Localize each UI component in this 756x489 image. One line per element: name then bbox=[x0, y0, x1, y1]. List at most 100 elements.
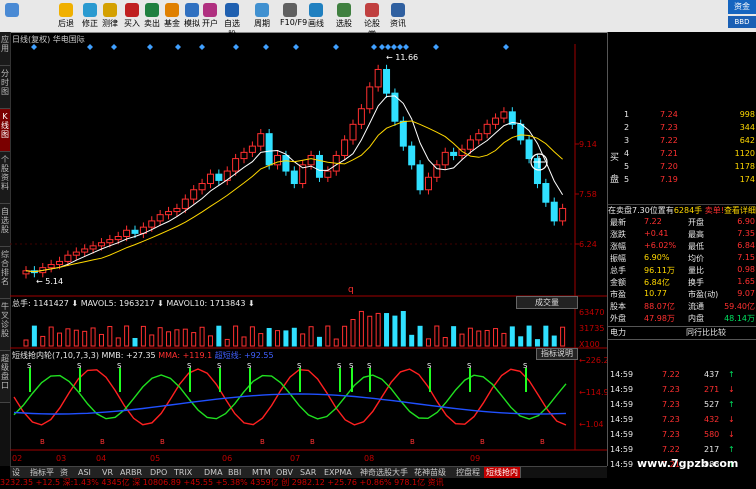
signal-diamond-icon bbox=[233, 44, 239, 50]
candle-body bbox=[106, 239, 114, 244]
indicator-tab[interactable]: ASI bbox=[76, 467, 101, 478]
candle-body bbox=[559, 207, 567, 222]
account-icon bbox=[203, 3, 217, 17]
volume-bar bbox=[124, 325, 130, 347]
side-tab-6[interactable]: 牛叉诊股 bbox=[0, 299, 10, 351]
candle-body bbox=[450, 151, 458, 156]
sell-signal-marker: S bbox=[349, 362, 354, 370]
indicator-tab[interactable]: 设置 bbox=[10, 467, 29, 488]
indicator-tab[interactable]: 控盘程度 bbox=[454, 467, 485, 488]
tick-direction-icon: ↓ bbox=[728, 415, 735, 424]
signal-diamond-icon bbox=[111, 44, 117, 50]
chart-canvas[interactable]: 9.14 7.58 6.24 ← 11.66 ← 5.14 q 63470 31735 X100… bbox=[10, 32, 607, 466]
sell-signal-marker: S bbox=[297, 362, 302, 370]
tick-row: 14:59 7.22 217 ↑ bbox=[608, 445, 756, 457]
candle-body bbox=[248, 145, 256, 153]
indicator-tab[interactable]: ARBR bbox=[118, 467, 149, 478]
brand-funds-button[interactable]: 资金 bbox=[728, 0, 756, 14]
price-axis-label: 7.58 bbox=[579, 190, 597, 199]
side-tab-5[interactable]: 综合排名 bbox=[0, 247, 10, 299]
volume-bar bbox=[526, 325, 532, 347]
indicator-tab[interactable]: OBV bbox=[274, 467, 299, 478]
toolbar-button-15[interactable]: 资讯 bbox=[388, 1, 408, 31]
volume-bar bbox=[350, 319, 356, 347]
toolbar-button-label: 买入 bbox=[124, 19, 140, 28]
kline-chart-area[interactable]: 9.14 7.58 6.24 ← 11.66 ← 5.14 q 63470 31735 X100… bbox=[10, 32, 607, 466]
date-axis-label: 04 bbox=[96, 454, 106, 463]
order-book-price: 7.24 bbox=[660, 110, 678, 119]
stat-value-2: 6.90 bbox=[737, 217, 755, 226]
indicator-tab[interactable]: 短线抢内轮 bbox=[484, 467, 521, 488]
indicator-tab[interactable]: EXPMA bbox=[322, 467, 359, 478]
candle-body bbox=[148, 220, 156, 228]
side-tab-4[interactable]: 自选股 bbox=[0, 204, 10, 247]
toolbar-button-0[interactable] bbox=[2, 1, 22, 31]
indicator-help-button[interactable]: 指标说明 bbox=[536, 348, 578, 360]
side-tab-0[interactable]: 应用 bbox=[0, 32, 10, 66]
toolbar-button-7[interactable]: 模拟 bbox=[182, 1, 202, 31]
indicator-tab[interactable]: 花神苗级市线 bbox=[412, 467, 455, 488]
forum-icon bbox=[365, 3, 379, 17]
toolbar-button-13[interactable]: 选股 bbox=[334, 1, 354, 31]
order-book-volume: 344 bbox=[739, 123, 755, 132]
sector-tab-compare[interactable]: 同行比比较 bbox=[686, 327, 726, 338]
stat-label: 振幅 bbox=[610, 254, 626, 263]
order-book-row: 2 7.23 344 bbox=[608, 123, 756, 135]
toolbar-button-10[interactable]: 周期 bbox=[252, 1, 272, 31]
quote-stat-row: 最新 7.22 开盘 6.90 bbox=[608, 217, 756, 229]
sector-tab-power[interactable]: 电力 bbox=[610, 327, 626, 338]
tick-volume: 580 bbox=[704, 430, 720, 439]
indicator-tab[interactable]: 神奇选股大手筐线 bbox=[358, 467, 413, 488]
stat-value: 96.11万 bbox=[644, 266, 675, 275]
candle-body bbox=[357, 108, 365, 125]
toolbar-button-14[interactable]: 论股堂 bbox=[362, 1, 382, 39]
tick-volume: 527 bbox=[704, 400, 720, 409]
side-tab-1[interactable]: 分时图 bbox=[0, 66, 10, 109]
toolbar-button-6[interactable]: 基金 bbox=[162, 1, 182, 31]
indicator-tab[interactable]: TRIX bbox=[172, 467, 203, 478]
toolbar-button-12[interactable]: 画线 bbox=[306, 1, 326, 31]
indicator-tab[interactable]: 资讯 bbox=[58, 467, 77, 488]
indicator-tab[interactable]: BBI bbox=[226, 467, 251, 478]
toolbar-button-1[interactable]: 后退 bbox=[56, 1, 76, 31]
toolbar-button-label: F10/F9 bbox=[280, 18, 308, 27]
price-axis-label: 6.24 bbox=[579, 240, 597, 249]
tick-time: 14:59 bbox=[610, 385, 634, 394]
side-tab-3[interactable]: 个股资料 bbox=[0, 152, 10, 204]
date-axis-label: 03 bbox=[56, 454, 66, 463]
indicator-tab[interactable]: MTM bbox=[250, 467, 275, 478]
signal-diamond-icon bbox=[147, 44, 153, 50]
candle-body bbox=[374, 68, 382, 88]
candle-body bbox=[349, 123, 357, 141]
order-book-price: 7.21 bbox=[660, 149, 678, 158]
toolbar-button-3[interactable]: 测律 bbox=[100, 1, 120, 31]
tick-price: 7.23 bbox=[662, 400, 680, 409]
volume-bar bbox=[358, 310, 364, 347]
tick-volume: 432 bbox=[704, 415, 720, 424]
brand-bbd-button[interactable]: BBD bbox=[728, 16, 756, 28]
indicator-tab[interactable]: 指标平台 bbox=[28, 467, 59, 488]
volume-bar bbox=[266, 327, 272, 347]
toolbar-button-8[interactable]: 开户 bbox=[200, 1, 220, 31]
stat-label-2: 内盘 bbox=[688, 314, 704, 323]
side-tab-2[interactable]: K线图 bbox=[0, 109, 10, 152]
stat-value-2: 48.14万 bbox=[724, 314, 755, 323]
candle-body bbox=[416, 164, 424, 191]
toolbar-button-11[interactable]: F10/F9 bbox=[280, 1, 307, 31]
toolbar-button-2[interactable]: 修正 bbox=[80, 1, 100, 31]
order-book-level: 2 bbox=[624, 123, 630, 132]
volume-indicator-button[interactable]: 成交量 bbox=[516, 296, 578, 309]
volume-bar bbox=[375, 312, 381, 347]
toolbar-button-5[interactable]: 卖出 bbox=[142, 1, 162, 31]
side-tab-7[interactable]: 超级盘口 bbox=[0, 351, 10, 403]
order-alert-link[interactable]: 查看详细 bbox=[724, 206, 756, 215]
indicator-tab[interactable]: SAR bbox=[298, 467, 323, 478]
indicator-tab[interactable]: DPO bbox=[148, 467, 173, 478]
toolbar-button-4[interactable]: 买入 bbox=[122, 1, 142, 31]
candle-body bbox=[466, 139, 474, 150]
toolbar-button-9[interactable]: 自选股 bbox=[222, 1, 242, 39]
volume-bar bbox=[417, 325, 423, 347]
indicator-tab[interactable]: DMA bbox=[202, 467, 227, 478]
volume-bar bbox=[409, 334, 415, 347]
indicator-tab[interactable]: VR bbox=[100, 467, 119, 478]
